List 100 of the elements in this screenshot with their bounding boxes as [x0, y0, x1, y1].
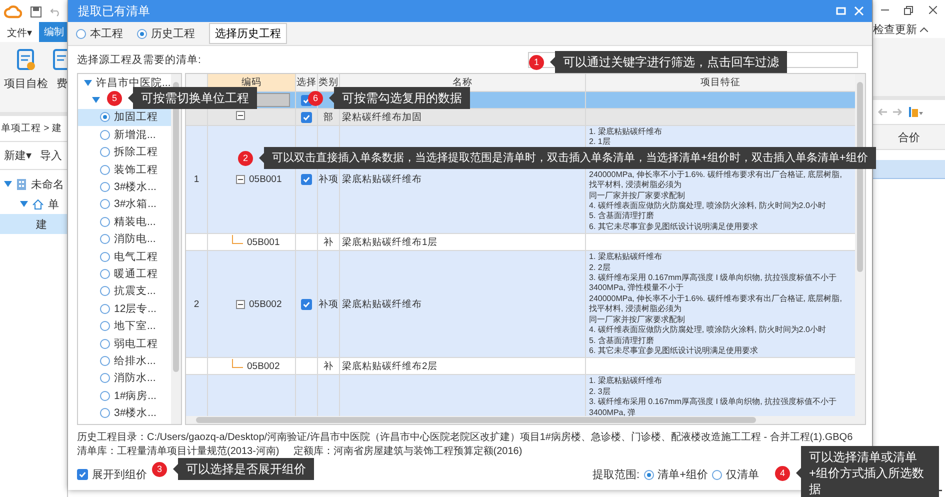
radio-button[interactable]: [712, 470, 722, 480]
caret-icon[interactable]: [84, 80, 92, 86]
radio-button[interactable]: [100, 373, 110, 384]
unit-project-item[interactable]: 抗震支...: [78, 282, 171, 300]
radio-button[interactable]: [100, 234, 110, 244]
unit-project-item[interactable]: 暖通工程: [78, 265, 171, 283]
radio-button[interactable]: [100, 216, 110, 227]
radio-button[interactable]: [100, 338, 110, 349]
right-arrow-icon[interactable]: [893, 108, 903, 116]
radio-button[interactable]: [100, 199, 110, 210]
radio-button[interactable]: [100, 408, 110, 418]
unit-project-item[interactable]: 电气工程: [78, 248, 171, 266]
checkbox[interactable]: [77, 469, 88, 480]
checkbox[interactable]: [301, 298, 312, 310]
radio-button[interactable]: [100, 321, 110, 332]
unit-project-item[interactable]: 给排水...: [78, 352, 171, 370]
radio-button[interactable]: [100, 268, 110, 279]
unit-project-item[interactable]: 3#楼水...: [78, 178, 171, 196]
checkbox[interactable]: [301, 112, 312, 122]
unit-project-item[interactable]: 新增混...: [78, 126, 171, 144]
search-field[interactable]: [528, 52, 858, 68]
ribbon-label[interactable]: 项目自检: [4, 76, 48, 91]
close-icon[interactable]: [929, 6, 938, 14]
tree-item[interactable]: 建: [0, 214, 67, 234]
menu-tab[interactable]: 文件▾: [4, 24, 35, 42]
column-header[interactable]: 选择: [296, 74, 318, 91]
radio-label[interactable]: 历史工程: [151, 26, 195, 41]
unit-project-item[interactable]: 12层专...: [78, 300, 171, 318]
type-text: 部: [324, 110, 334, 124]
unit-project-item[interactable]: 地下室...: [78, 317, 171, 335]
checkbox[interactable]: [301, 174, 312, 186]
checklist-icon[interactable]: [16, 48, 36, 72]
checkmark-icon: [302, 300, 311, 309]
toolbar-button[interactable]: 新建▾: [4, 148, 32, 163]
radio-button[interactable]: [100, 286, 110, 296]
toolbar-button[interactable]: 导入: [40, 148, 62, 163]
column-header[interactable]: 编码: [208, 74, 296, 91]
feature-line: 2. 1层: [589, 137, 612, 148]
checkbox-label[interactable]: 展开到组价: [92, 467, 147, 482]
type-text: 补: [324, 360, 334, 373]
ribbon-label[interactable]: 费: [56, 76, 67, 91]
unit-project-item[interactable]: 加固工程: [78, 108, 171, 126]
radio-button[interactable]: [100, 182, 110, 192]
collapse-toggle[interactable]: [236, 111, 245, 120]
column-settings-icon[interactable]: [909, 106, 923, 118]
left-arrow-icon[interactable]: [877, 108, 887, 116]
caret-up-icon[interactable]: [920, 26, 928, 32]
code-text: 05B002: [249, 298, 282, 310]
list-label: 选择源工程及需要的清单:: [77, 52, 201, 66]
tree-item[interactable]: 未命名: [0, 174, 67, 194]
feature-line: 3. 碳纤维布采用 0.167mm厚高强度 I 级单向织物, 抗拉强度标值不小于3400MPa, 弹性模量不小于: [589, 273, 838, 294]
caret-icon[interactable]: [4, 181, 12, 187]
restore-icon[interactable]: [904, 6, 914, 14]
radio-button[interactable]: [100, 252, 110, 262]
unit-project-item[interactable]: 3#水箱...: [78, 196, 171, 214]
radio-button[interactable]: [137, 28, 147, 38]
column-header[interactable]: 项目特征: [586, 74, 855, 91]
unit-project-item[interactable]: 消防水...: [78, 370, 171, 388]
radio-button[interactable]: [100, 304, 110, 314]
unit-project-item[interactable]: 拆除工程: [78, 144, 171, 161]
caret-icon[interactable]: [20, 201, 28, 207]
collapse-toggle[interactable]: [236, 300, 245, 309]
radio-button[interactable]: [100, 147, 110, 158]
update-button[interactable]: 检查更新: [873, 22, 917, 36]
unit-project-item[interactable]: 3#楼水...: [78, 404, 171, 422]
feature-line: 6. 其它未尽事宜参见图纸设计说明满足使用要求: [589, 222, 759, 232]
select-history-button[interactable]: 选择历史工程: [209, 23, 287, 44]
column-header[interactable]: 合价: [873, 125, 945, 150]
maximize-icon[interactable]: [836, 6, 846, 16]
radio-label[interactable]: 本工程: [90, 26, 123, 41]
radio-button[interactable]: [100, 390, 110, 401]
callout-tooltip: 可以双击直接插入单条数据，当选择提取范围是清单时，双击插入单条清单，当选择清单+组价时，双击插入单条清单+组价: [259, 147, 876, 169]
menu-tab[interactable]: 编制: [39, 22, 67, 42]
undo-icon[interactable]: [50, 7, 60, 17]
column-header[interactable]: 名称: [340, 74, 586, 91]
tree-item[interactable]: 单: [0, 194, 67, 214]
feature-line: 240000MPa, 伸长率不小于1.6%. 碳纤维布要求有出厂合格证, 底层树脂, 找平材料, 浸渍树脂必须为: [589, 170, 843, 191]
unit-project-item[interactable]: 消防电...: [78, 230, 171, 248]
radio-label[interactable]: 仅清单: [726, 467, 759, 482]
unit-project-item[interactable]: 精装电...: [78, 213, 171, 231]
radio-button[interactable]: [100, 130, 110, 140]
save-icon[interactable]: [30, 6, 42, 18]
selected-grid-row[interactable]: [873, 160, 945, 179]
radio-button[interactable]: [644, 470, 654, 480]
caret-icon[interactable]: [92, 97, 100, 104]
logo-icon: [4, 5, 22, 19]
radio-label[interactable]: 清单+组价: [658, 467, 708, 482]
type-text: 补: [324, 236, 334, 249]
radio-button[interactable]: [100, 356, 110, 366]
unit-project-item[interactable]: 1#病房...: [78, 387, 171, 404]
document-icon[interactable]: [52, 48, 67, 72]
callout-tooltip: 可以选择是否展开组价: [173, 458, 314, 480]
collapse-toggle[interactable]: [236, 175, 245, 184]
unit-project-item[interactable]: 装饰工程: [78, 160, 171, 178]
column-header[interactable]: 类别: [318, 74, 340, 91]
row-number: 1: [194, 174, 200, 186]
radio-button[interactable]: [100, 164, 110, 175]
unit-project-item[interactable]: 弱电工程: [78, 334, 171, 352]
radio-button[interactable]: [76, 28, 86, 38]
radio-button[interactable]: [100, 112, 110, 122]
